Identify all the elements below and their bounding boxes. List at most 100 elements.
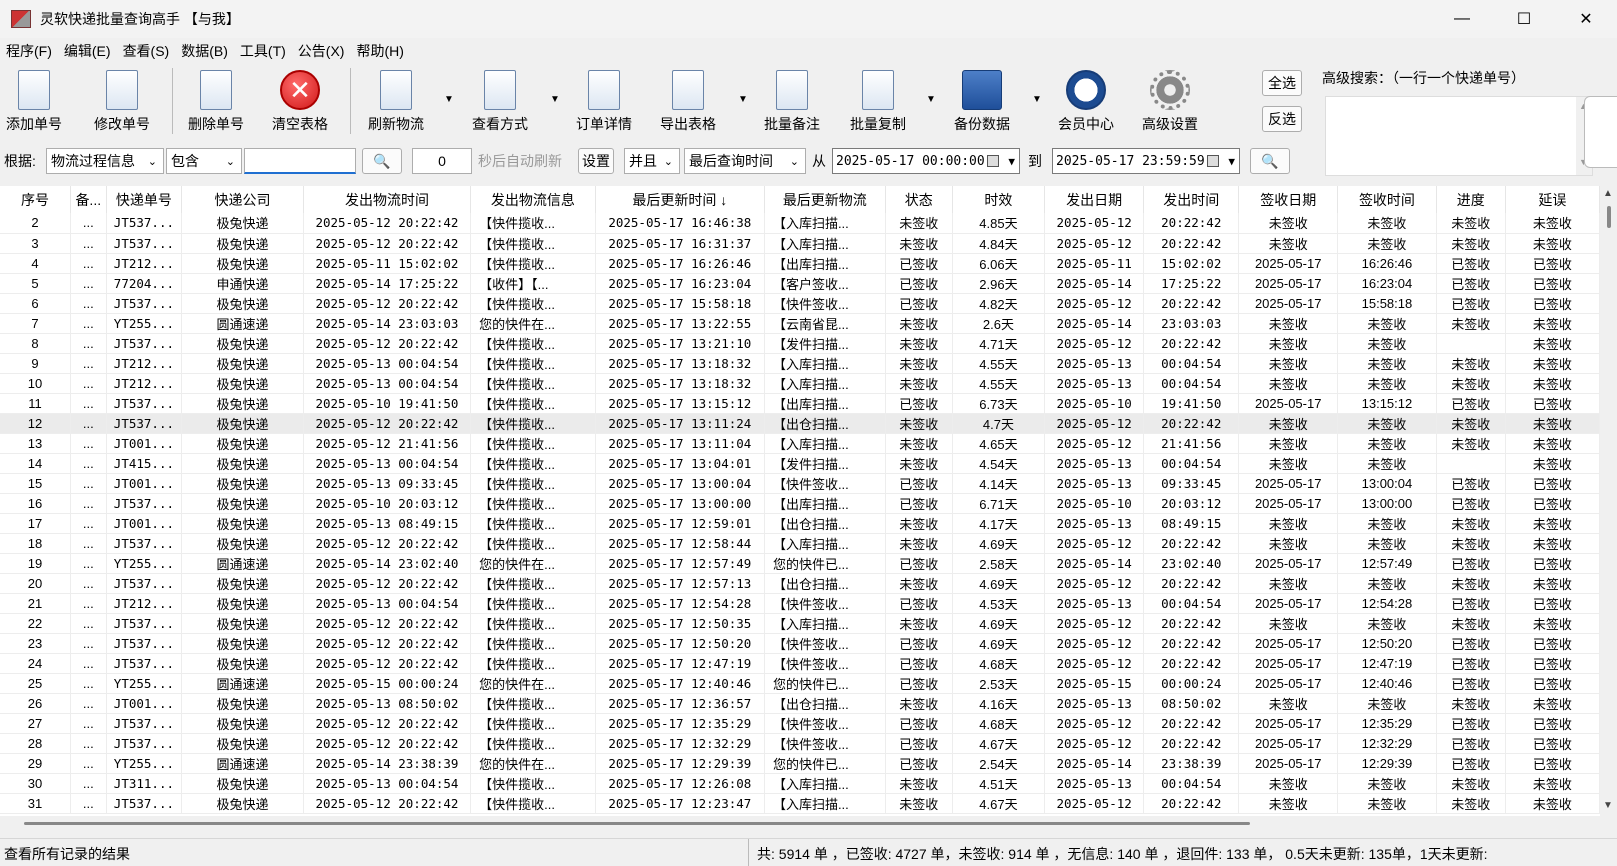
scroll-up-icon[interactable]: ▲ (1603, 188, 1613, 199)
keyword-input[interactable] (244, 148, 356, 174)
refresh-interval-input[interactable]: 0 (412, 148, 472, 174)
table-row[interactable]: 3... JT537... 极兔快递 2025-05-12 20:22:42 【快件揽收… (0, 233, 1600, 254)
batch-copy-button[interactable]: 批量复制 (850, 70, 906, 134)
edit-number-button[interactable]: 修改单号 (94, 70, 150, 134)
table-row[interactable]: 15... JT001... 极兔快递 2025-05-13 09:33:45 【快件揽… (0, 473, 1600, 494)
column-header[interactable]: 进度 (1436, 186, 1506, 213)
scroll-down-icon[interactable]: ▼ (1603, 800, 1613, 811)
add-number-button[interactable]: 添加单号 (6, 70, 62, 134)
column-header[interactable]: 备... (70, 186, 107, 213)
refresh-dropdown-icon[interactable]: ▼ (444, 94, 454, 105)
refresh-logistics-button[interactable]: 刷新物流 (368, 70, 424, 134)
column-header[interactable]: 签收时间 (1337, 186, 1437, 213)
table-row[interactable]: 21... JT212... 极兔快递 2025-05-13 00:04:54 【快件揽… (0, 593, 1600, 614)
table-row[interactable]: 8... JT537... 极兔快递 2025-05-12 20:22:42 【快件揽收… (0, 333, 1600, 354)
scrollbar-thumb[interactable] (24, 822, 1250, 825)
column-header[interactable]: 状态 (885, 186, 953, 213)
menu-tools[interactable]: 工具(T) (240, 41, 286, 61)
table-row[interactable]: 29... YT255... 圆通速递 2025-05-14 23:38:39 您的快件… (0, 753, 1600, 774)
invert-selection-button[interactable]: 反选 (1262, 106, 1302, 132)
table-row[interactable]: 17... JT001... 极兔快递 2025-05-13 08:49:15 【快件揽… (0, 513, 1600, 534)
table-row[interactable]: 26... JT001... 极兔快递 2025-05-13 08:50:02 【快件揽… (0, 693, 1600, 714)
advanced-settings-button[interactable]: 高级设置 (1142, 70, 1198, 134)
column-header[interactable]: 快递公司 (181, 186, 304, 213)
column-header[interactable]: 最后更新物流 (764, 186, 886, 213)
batch-note-button[interactable]: 批量备注 (764, 70, 820, 134)
table-row[interactable]: 28... JT537... 极兔快递 2025-05-12 20:22:42 【快件揽… (0, 733, 1600, 754)
logic-select[interactable]: 并且 ⌄ (624, 148, 680, 174)
minimize-icon[interactable]: — (1431, 0, 1493, 38)
table-row[interactable]: 31... JT537... 极兔快递 2025-05-12 20:22:42 【快件揽… (0, 793, 1600, 814)
table-row[interactable]: 30... JT311... 极兔快递 2025-05-13 00:04:54 【快件揽… (0, 773, 1600, 794)
scrollbar-thumb[interactable] (1607, 206, 1611, 228)
table-vertical-scrollbar[interactable]: ▲ ▼ (1600, 186, 1617, 816)
table-row[interactable]: 14... JT415... 极兔快递 2025-05-13 00:04:54 【快件揽… (0, 453, 1600, 474)
column-header[interactable]: 时效 (952, 186, 1046, 213)
table-row[interactable]: 16... JT537... 极兔快递 2025-05-10 20:03:12 【快件揽… (0, 493, 1600, 514)
table-cell: 17:25:22 (1143, 273, 1240, 294)
table-row[interactable]: 6... JT537... 极兔快递 2025-05-12 20:22:42 【快件揽收… (0, 293, 1600, 314)
table-horizontal-scrollbar[interactable] (0, 816, 1600, 830)
table-cell: 极兔快递 (181, 533, 304, 554)
copy-dropdown-icon[interactable]: ▼ (926, 94, 936, 105)
table-row[interactable]: 20... JT537... 极兔快递 2025-05-12 20:22:42 【快件揽… (0, 573, 1600, 594)
member-center-button[interactable]: 会员中心 (1058, 70, 1114, 134)
column-header[interactable]: 发出物流时间 (303, 186, 472, 213)
advanced-search-textarea[interactable]: ▲ ▼ (1325, 96, 1593, 176)
table-row[interactable]: 7... YT255... 圆通速递 2025-05-14 23:03:03 您的快件在… (0, 313, 1600, 334)
table-cell: 2025-05-17 (1238, 653, 1339, 674)
to-date-picker[interactable]: 2025-05-17 23:59:59 ▼ (1052, 148, 1240, 174)
table-row[interactable]: 19... YT255... 圆通速递 2025-05-14 23:02:40 您的快件… (0, 553, 1600, 574)
view-mode-dropdown-icon[interactable]: ▼ (550, 94, 560, 105)
close-icon[interactable]: ✕ (1555, 0, 1617, 38)
table-cell: JT537... (106, 733, 183, 754)
table-cell: 未签收 (885, 613, 953, 634)
column-header[interactable]: 延误 (1505, 186, 1600, 213)
column-header[interactable]: 发出日期 (1044, 186, 1145, 213)
table-row[interactable]: 9... JT212... 极兔快递 2025-05-13 00:04:54 【快件揽收… (0, 353, 1600, 374)
maximize-icon[interactable]: ☐ (1493, 0, 1555, 38)
table-row[interactable]: 22... JT537... 极兔快递 2025-05-12 20:22:42 【快件揽… (0, 613, 1600, 634)
table-cell: 已签收 (885, 273, 953, 294)
table-row[interactable]: 4... JT212... 极兔快递 2025-05-11 15:02:02 【快件揽收… (0, 253, 1600, 274)
menu-data[interactable]: 数据(B) (181, 41, 228, 61)
date-search-button[interactable]: 🔍 (1250, 148, 1290, 174)
select-all-button[interactable]: 全选 (1262, 70, 1302, 96)
view-mode-button[interactable]: 查看方式 (472, 70, 528, 134)
column-header[interactable]: 快递单号 (106, 186, 183, 213)
table-row[interactable]: 18... JT537... 极兔快递 2025-05-12 20:22:42 【快件揽… (0, 533, 1600, 554)
delete-number-button[interactable]: 删除单号 (188, 70, 244, 134)
menu-edit[interactable]: 编辑(E) (64, 41, 111, 61)
menu-view[interactable]: 查看(S) (123, 41, 170, 61)
column-header[interactable]: 最后更新时间 ↓ (595, 186, 765, 213)
table-row[interactable]: 5... 77204... 申通快递 2025-05-14 17:25:22 【收件】【… (0, 273, 1600, 294)
clear-table-button[interactable]: ✕ 清空表格 (272, 70, 328, 134)
table-row[interactable]: 11... JT537... 极兔快递 2025-05-10 19:41:50 【快件揽… (0, 393, 1600, 414)
backup-data-button[interactable]: 备份数据 (954, 70, 1010, 134)
table-row[interactable]: 27... JT537... 极兔快递 2025-05-12 20:22:42 【快件揽… (0, 713, 1600, 734)
table-row[interactable]: 12... JT537... 极兔快递 2025-05-12 20:22:42 【快件揽… (0, 413, 1600, 434)
operator-select[interactable]: 包含 ⌄ (166, 148, 242, 174)
column-header[interactable]: 发出时间 (1143, 186, 1240, 213)
table-row[interactable]: 23... JT537... 极兔快递 2025-05-12 20:22:42 【快件揽… (0, 633, 1600, 654)
from-date-picker[interactable]: 2025-05-17 00:00:00 ▼ (832, 148, 1020, 174)
menu-notice[interactable]: 公告(X) (298, 41, 345, 61)
table-row[interactable]: 25... YT255... 圆通速递 2025-05-15 00:00:24 您的快件… (0, 673, 1600, 694)
settings-button[interactable]: 设置 (578, 148, 614, 174)
table-row[interactable]: 10... JT212... 极兔快递 2025-05-13 00:04:54 【快件揽… (0, 373, 1600, 394)
field-select[interactable]: 物流过程信息 ⌄ (46, 148, 164, 174)
keyword-search-button[interactable]: 🔍 (362, 148, 402, 174)
time-field-select[interactable]: 最后查询时间 ⌄ (684, 148, 806, 174)
export-table-button[interactable]: 导出表格 (660, 70, 716, 134)
backup-dropdown-icon[interactable]: ▼ (1032, 94, 1042, 105)
column-header[interactable]: 序号 (0, 186, 71, 213)
export-dropdown-icon[interactable]: ▼ (738, 94, 748, 105)
column-header[interactable]: 发出物流信息 (470, 186, 596, 213)
table-row[interactable]: 24... JT537... 极兔快递 2025-05-12 20:22:42 【快件揽… (0, 653, 1600, 674)
menu-help[interactable]: 帮助(H) (356, 41, 403, 61)
order-detail-button[interactable]: 订单详情 (576, 70, 632, 134)
table-row[interactable]: 13... JT001... 极兔快递 2025-05-12 21:41:56 【快件揽… (0, 433, 1600, 454)
column-header[interactable]: 签收日期 (1238, 186, 1339, 213)
table-row[interactable]: 2... JT537... 极兔快递 2025-05-12 20:22:42 【快件揽收… (0, 213, 1600, 234)
menu-program[interactable]: 程序(F) (6, 41, 52, 61)
